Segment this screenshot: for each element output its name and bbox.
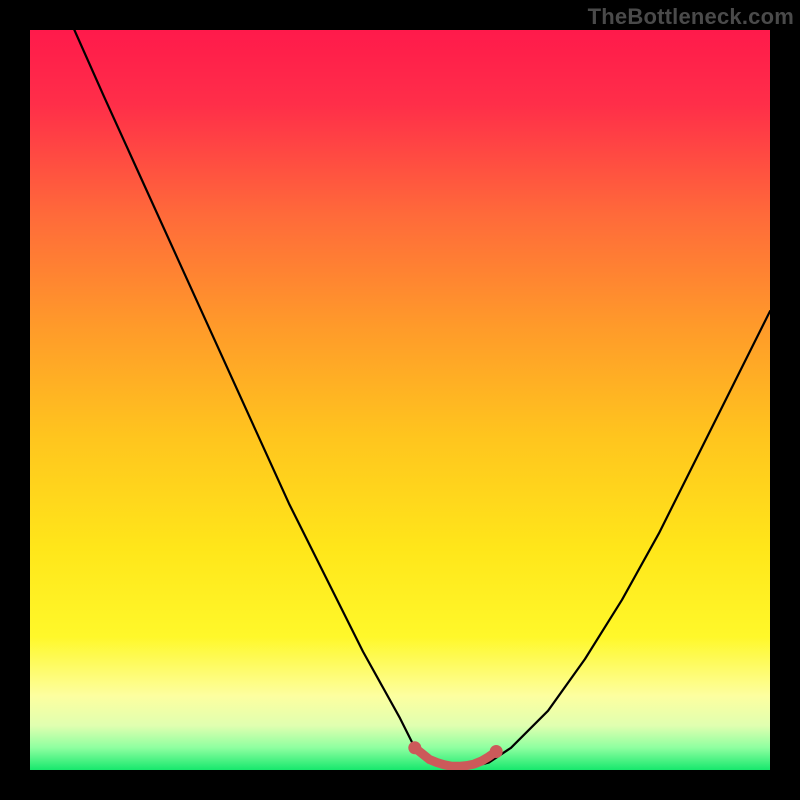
watermark-text: TheBottleneck.com — [588, 4, 794, 30]
plot-area — [30, 30, 770, 770]
curve-line — [74, 30, 770, 766]
chart-frame: TheBottleneck.com — [0, 0, 800, 800]
bottleneck-curve — [30, 30, 770, 770]
